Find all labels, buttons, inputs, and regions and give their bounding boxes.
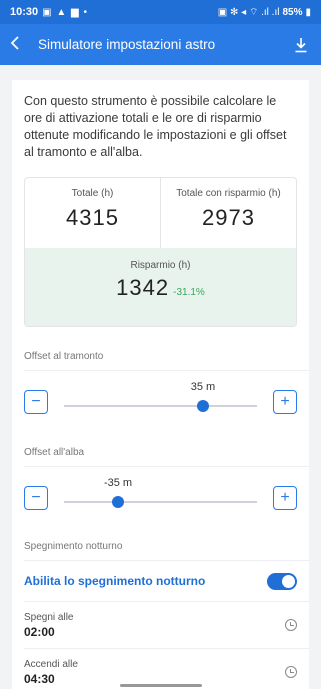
minus-icon: −	[31, 393, 41, 410]
sunset-offset-label: Offset al tramonto	[24, 351, 104, 362]
total-value: 4315	[66, 205, 119, 230]
clock-icon	[285, 619, 297, 631]
saving-value: 1342	[116, 275, 170, 300]
saving-label: Risparmio (h)	[130, 260, 191, 271]
sunrise-offset-slider[interactable]: -35 m	[64, 467, 257, 529]
download-icon	[295, 37, 307, 52]
on-at-value: 04:30	[24, 671, 55, 686]
saving-cell: Risparmio (h) 1342 -31.1%	[25, 248, 296, 326]
night-off-toggle-row[interactable]: Abilita lo spegnimento notturno	[12, 561, 309, 601]
status-time: 10:30	[10, 6, 39, 18]
summary-box: Totale (h) 4315 Totale con risparmio (h)…	[24, 177, 297, 327]
total-with-saving-label: Totale con risparmio (h)	[176, 188, 281, 199]
night-off-section-label: Spegnimento notturno	[24, 541, 123, 552]
chevron-left-icon	[10, 36, 19, 50]
back-button[interactable]	[10, 34, 34, 55]
intro-text: Con questo strumento è possibile calcola…	[24, 94, 287, 159]
app-bar: Simulatore impostazioni astro	[0, 24, 321, 65]
total-cell: Totale (h) 4315	[25, 178, 160, 248]
home-indicator	[120, 684, 202, 687]
clock-icon	[285, 666, 297, 678]
saving-percentage: -31.1%	[173, 287, 205, 298]
minus-icon: −	[31, 489, 41, 506]
sunrise-increase-button[interactable]: +	[273, 486, 297, 510]
battery-icon: ▮	[305, 6, 311, 18]
sunset-offset-slider[interactable]: 35 m	[64, 371, 257, 433]
sunset-offset-slider-row: − 35 m +	[12, 371, 309, 433]
toggle-knob	[282, 574, 295, 588]
simulator-card: Con questo strumento è possibile calcola…	[12, 80, 309, 689]
system-icons: ▣ ✻ ◂ ⌔ .ıl .ıl	[217, 6, 280, 18]
plus-icon: +	[280, 393, 290, 410]
total-with-saving-cell: Totale con risparmio (h) 2973	[160, 178, 296, 248]
on-at-row[interactable]: Accendi alle 04:30	[12, 649, 309, 689]
on-at-label: Accendi alle	[24, 658, 78, 670]
night-off-toggle[interactable]	[267, 572, 297, 590]
sunrise-offset-label: Offset all'alba	[24, 447, 85, 458]
off-at-label: Spegni alle	[24, 611, 74, 623]
sunset-increase-button[interactable]: +	[273, 390, 297, 414]
sunrise-decrease-button[interactable]: −	[24, 486, 48, 510]
plus-icon: +	[280, 489, 290, 506]
sunrise-offset-slider-row: − -35 m +	[12, 467, 309, 529]
slider-thumb[interactable]	[112, 496, 125, 508]
total-label: Totale (h)	[71, 188, 114, 199]
slider-track	[64, 405, 257, 407]
download-button[interactable]	[291, 35, 311, 55]
page-title: Simulatore impostazioni astro	[38, 37, 216, 52]
status-bar: 10:30 ▣ ▲ ▆ • ▣ ✻ ◂ ⌔ .ıl .ıl 85% ▮	[0, 0, 321, 24]
sunset-decrease-button[interactable]: −	[24, 390, 48, 414]
slider-thumb[interactable]	[196, 400, 209, 412]
off-at-value: 02:00	[24, 624, 55, 639]
total-with-saving-value: 2973	[202, 205, 255, 230]
off-at-row[interactable]: Spegni alle 02:00	[12, 602, 309, 648]
slider-track	[64, 501, 257, 503]
status-right: ▣ ✻ ◂ ⌔ .ıl .ıl 85% ▮	[218, 6, 311, 19]
sunrise-offset-value: -35 m	[103, 477, 133, 489]
sunset-offset-value: 35 m	[190, 381, 216, 393]
battery-level: 85%	[282, 6, 303, 18]
notification-icons: ▣ ▲ ▆ •	[42, 6, 89, 18]
night-off-toggle-label: Abilita lo spegnimento notturno	[24, 574, 206, 588]
